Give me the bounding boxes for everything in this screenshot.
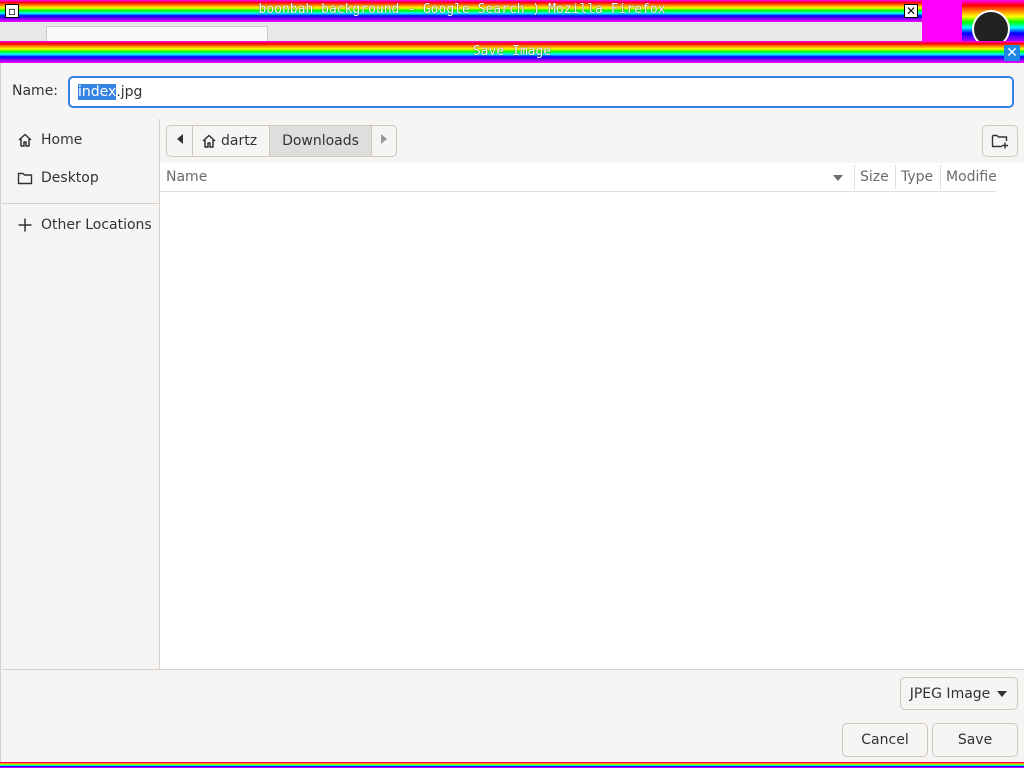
cancel-button[interactable]: Cancel bbox=[842, 723, 928, 757]
dialog-bottom-border bbox=[0, 762, 1024, 768]
cancel-button-label: Cancel bbox=[861, 732, 909, 748]
sidebar-separator bbox=[2, 203, 159, 204]
column-header-type[interactable]: Type bbox=[901, 169, 933, 185]
path-scroll-right-button[interactable] bbox=[372, 126, 396, 156]
background-window-edge bbox=[922, 0, 962, 46]
sidebar-item-label: Desktop bbox=[41, 170, 99, 186]
save-button-label: Save bbox=[957, 732, 993, 748]
path-segment-home[interactable]: dartz bbox=[193, 126, 269, 156]
name-label: Name: bbox=[12, 83, 59, 99]
home-icon bbox=[201, 133, 217, 149]
dialog-title: Save Image bbox=[472, 44, 552, 59]
file-type-dropdown[interactable]: JPEG Image bbox=[900, 677, 1018, 710]
sidebar-item-label: Home bbox=[41, 132, 83, 148]
chevron-left-icon bbox=[175, 133, 185, 149]
sort-descending-icon bbox=[832, 171, 844, 187]
save-image-dialog: Name: index.jpg Home Desktop Other Locat… bbox=[0, 63, 1024, 762]
filename-selection: index bbox=[78, 84, 117, 100]
column-header-size[interactable]: Size bbox=[860, 169, 889, 185]
column-header-modified[interactable]: Modified bbox=[946, 169, 996, 185]
sidebar-item-home[interactable]: Home bbox=[16, 129, 82, 151]
path-segment-label: Downloads bbox=[282, 133, 359, 149]
file-list[interactable]: Name Size Type Modified bbox=[160, 163, 1024, 669]
column-header-name[interactable]: Name bbox=[166, 169, 207, 185]
chevron-down-icon bbox=[996, 690, 1008, 698]
new-folder-icon bbox=[991, 133, 1009, 149]
background-minimize-button[interactable]: ▫ bbox=[5, 4, 19, 18]
places-sidebar: Home Desktop Other Locations bbox=[2, 119, 160, 669]
path-scroll-left-button[interactable] bbox=[167, 126, 193, 156]
filename-input[interactable]: index.jpg bbox=[68, 76, 1014, 108]
path-segment-label: dartz bbox=[221, 133, 258, 149]
file-list-header: Name Size Type Modified bbox=[160, 163, 996, 192]
file-type-label: JPEG Image bbox=[909, 685, 991, 702]
chevron-right-icon bbox=[379, 133, 389, 149]
background-browser-tab[interactable] bbox=[46, 26, 268, 42]
sidebar-item-desktop[interactable]: Desktop bbox=[16, 167, 99, 189]
background-close-button[interactable]: ✕ bbox=[904, 4, 918, 18]
footer-divider bbox=[2, 669, 1024, 670]
folder-icon bbox=[16, 169, 34, 187]
create-folder-button[interactable] bbox=[982, 125, 1018, 157]
sidebar-item-other-locations[interactable]: Other Locations bbox=[16, 214, 152, 236]
home-icon bbox=[16, 131, 34, 149]
plus-icon bbox=[16, 216, 34, 234]
background-window-title: boonbah background - Google Search ) Moz… bbox=[258, 2, 666, 17]
path-segment-downloads[interactable]: Downloads bbox=[269, 126, 372, 156]
column-divider bbox=[895, 165, 896, 189]
column-divider bbox=[854, 165, 855, 189]
column-divider bbox=[940, 165, 941, 189]
filename-extension: .jpg bbox=[116, 84, 143, 100]
dialog-close-button[interactable]: ✕ bbox=[1004, 45, 1020, 61]
path-bar: dartz Downloads bbox=[166, 125, 397, 157]
save-button[interactable]: Save bbox=[932, 723, 1018, 757]
sidebar-item-label: Other Locations bbox=[41, 217, 152, 233]
